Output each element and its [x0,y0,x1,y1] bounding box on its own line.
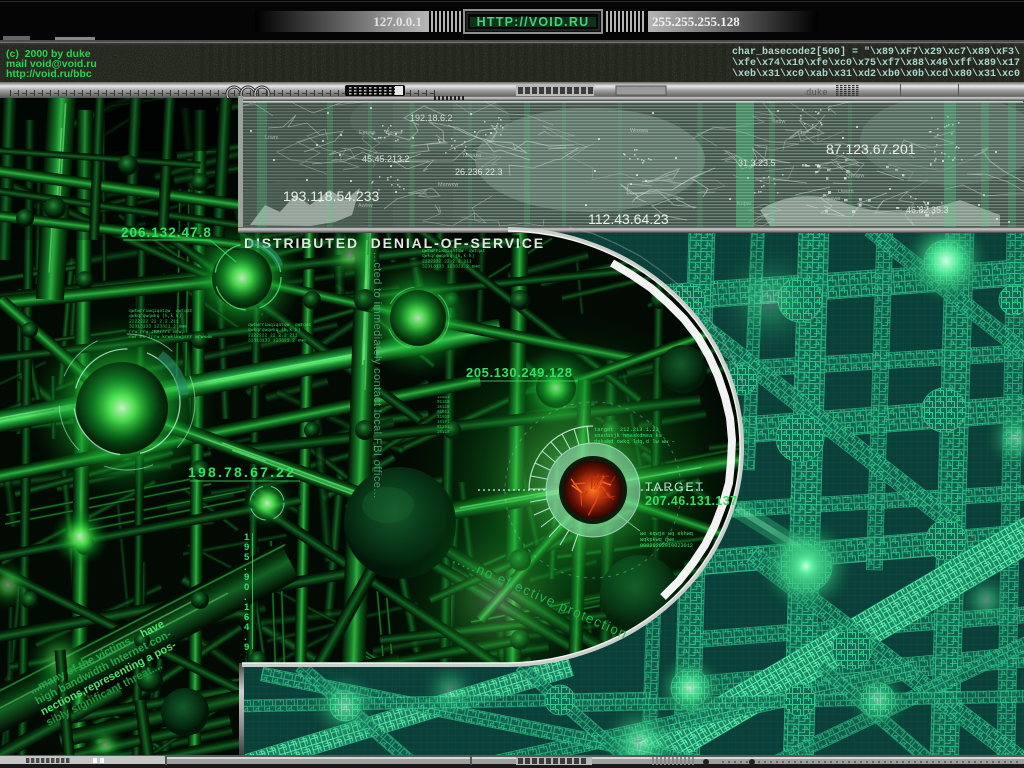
svg-text:01110: 01110 [437,401,450,405]
svg-text:qwtwrriwqiqatqw qwtqat: qwtwrriwqiqatqw qwtqat [129,308,193,314]
svg-text:HTTP://VOID.RU: HTTP://VOID.RU [477,15,590,29]
svg-text:dskakd owkq ldq,d lw ww –: dskakd owkq ldq,d lw ww – [594,439,675,445]
svg-text:\xfe\x74\x10\xfe\xc0\x75\xf7\x: \xfe\x74\x10\xfe\xc0\x75\xf7\x88\x46\xff… [732,57,1020,69]
svg-text:32313133 123321.2 ewe: 32313133 123321.2 ewe [422,264,480,270]
svg-text:...cted to immediately contact: ...cted to immediately contact local FBI… [371,252,383,499]
svg-text:01011: 01011 [437,411,450,415]
svg-text:00020202010023012: 00020202010023012 [640,543,693,549]
svg-text:rwr rt rrrw krwklkwjrrr wrwwww: rwr rt rrrw krwklkwjrrr wrwwww [129,334,212,340]
svg-text:10110: 10110 [437,431,450,435]
svg-text:193.118.54.233: 193.118.54.233 [283,188,379,204]
svg-text:qwkqrqwqwkq (k,k k): qwkqrqwqwkq (k,k k) [248,327,300,333]
svg-text:32313133 123321.2 ewe: 32313133 123321.2 ewe [248,338,306,344]
svg-text:112.43.64.23: 112.43.64.23 [588,211,669,227]
svg-text:TARGET: TARGET [645,480,705,494]
svg-text:206.132.47.8: 206.132.47.8 [121,225,212,240]
svg-text:198.78.67.22: 198.78.67.22 [188,464,296,480]
svg-text:205.130.249.128: 205.130.249.128 [466,365,573,380]
svg-text:Nwjaxa: Nwjaxa [463,153,482,159]
svg-text:qwkqrqwqwkq (k,k k): qwkqrqwqwkq (k,k k) [422,253,474,259]
svg-text:207.46.131.137: 207.46.131.137 [645,494,738,508]
svg-text:26.236.22.3: 26.236.22.3 [455,167,503,177]
svg-text:11010: 11010 [437,416,450,420]
svg-text:11011: 11011 [437,396,450,400]
svg-text:01101: 01101 [437,426,450,430]
svg-text:qwkqrqwqwkq (k,k k): qwkqrqwqwkq (k,k k) [129,313,181,319]
svg-text:192.18.6.2: 192.18.6.2 [410,113,453,123]
svg-text:http://void.ru/bbc: http://void.ru/bbc [6,68,92,80]
svg-text:10110: 10110 [437,406,450,410]
svg-text:2222222 22 2.2 211: 2222222 22 2.2 211 [422,258,472,264]
svg-text:31.3.23.5: 31.3.23.5 [738,158,776,168]
svg-text:127.0.0.1: 127.0.0.1 [373,14,422,29]
svg-text:255.255.255.128: 255.255.255.128 [652,14,740,29]
svg-text:32313133 123321.2 ewe: 32313133 123321.2 ewe [129,324,187,330]
svg-text:45.45.213.2: 45.45.213.2 [362,154,410,164]
svg-text:\xeb\x31\xc0\xab\x31\xd2\xb0\x: \xeb\x31\xc0\xab\x31\xd2\xb0\x0b\xcd\x80… [732,68,1020,80]
svg-text:Marwew: Marwew [438,182,459,188]
svg-text:DISTRIBUTED DENIAL-OF-SERVICE: DISTRIBUTED DENIAL-OF-SERVICE [244,235,545,251]
svg-text:87.123.67.201: 87.123.67.201 [826,141,916,157]
svg-text:10101: 10101 [437,421,450,425]
svg-text:2222222 22 2.2 211: 2222222 22 2.2 211 [129,318,179,324]
svg-text:Woxwa: Woxwa [630,128,649,134]
svg-text:rrw rrw JMMrrrc wrw,: rrw rrw JMMrrrc wrw, [129,329,184,335]
svg-text:46.82.35.3: 46.82.35.3 [906,205,949,215]
svg-text:char_basecode2[500] = "\x89\xF: char_basecode2[500] = "\x89\xF7\x29\xc7\… [732,46,1020,58]
svg-text:Lrwm: Lrwm [265,135,279,141]
svg-text:qwtwrriwqiqatqw qwtqat: qwtwrriwqiqatqw qwtqat [248,322,312,328]
svg-text:2222222 22 2.2 211: 2222222 22 2.2 211 [248,332,298,338]
svg-text:qwtwrriwqiqatqw qwtqat: qwtwrriwqiqatqw qwtqat [422,248,486,254]
